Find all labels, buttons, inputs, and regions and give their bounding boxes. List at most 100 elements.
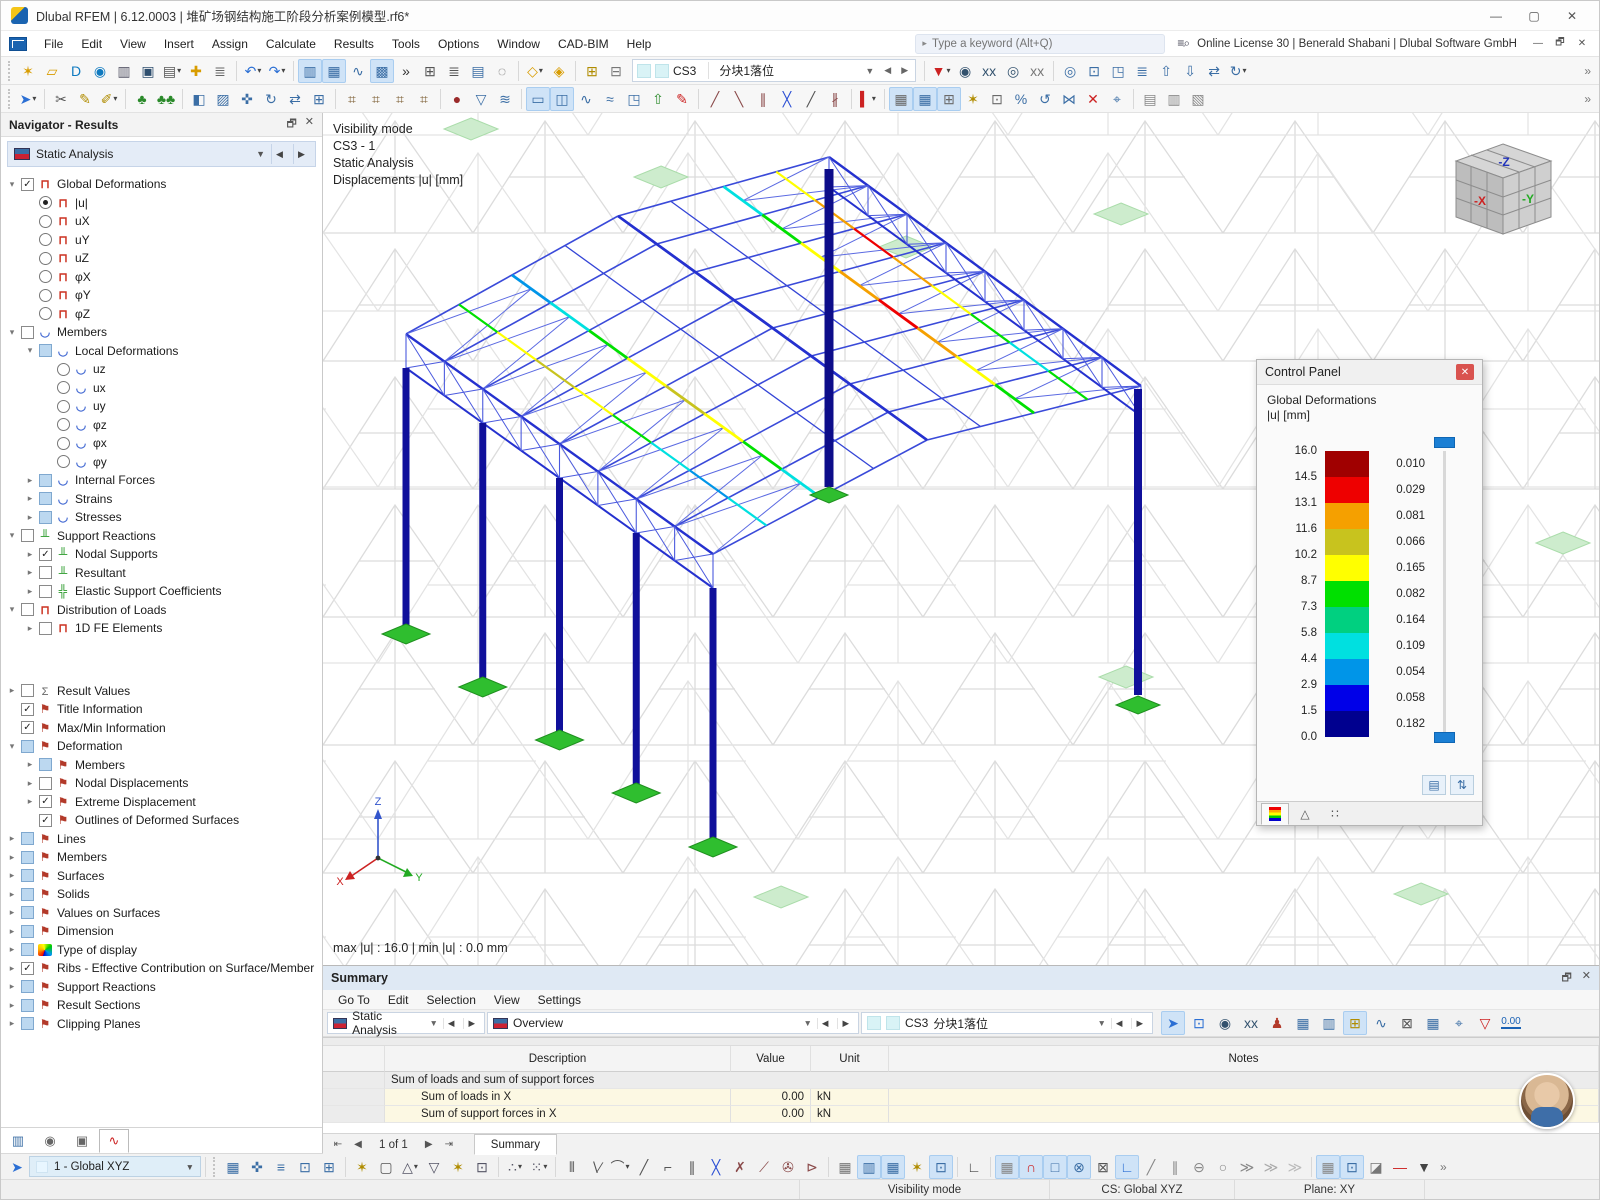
node-dim-button[interactable]: ✗ bbox=[728, 1155, 752, 1179]
display-mode-button[interactable]: ▦ bbox=[1421, 1011, 1445, 1035]
prev-stage-button[interactable]: ◀ bbox=[881, 65, 894, 76]
menu-cad-bim[interactable]: CAD-BIM bbox=[549, 33, 618, 55]
panel-options-button[interactable]: ▤ bbox=[1422, 775, 1446, 795]
checkbox-part[interactable] bbox=[21, 869, 34, 882]
frame-toggle-button[interactable]: ⊡ bbox=[1340, 1155, 1364, 1179]
pager-first-button[interactable]: ⇤ bbox=[329, 1139, 347, 1150]
menu-assign[interactable]: Assign bbox=[203, 33, 257, 55]
toolbar-grip[interactable] bbox=[213, 1157, 218, 1177]
checkbox-part[interactable] bbox=[39, 758, 52, 771]
apply-eye-button[interactable]: ◎ bbox=[1001, 59, 1025, 83]
tree-item--z[interactable]: φz bbox=[5, 416, 322, 435]
radio-unselected[interactable] bbox=[39, 270, 52, 283]
tree-item-nodal-supports[interactable]: ▸✓Nodal Supports bbox=[5, 545, 322, 564]
expander-icon[interactable]: ▾ bbox=[5, 530, 19, 541]
radio-unselected[interactable] bbox=[39, 289, 52, 302]
numbering-3-button[interactable]: ⌗ bbox=[388, 87, 412, 111]
menu-calculate[interactable]: Calculate bbox=[257, 33, 325, 55]
tree-item-surfaces[interactable]: ▸Surfaces bbox=[5, 867, 322, 886]
visual-objects-button[interactable]: ◇▾ bbox=[523, 59, 547, 83]
snap-circle-button[interactable]: ⊗ bbox=[1067, 1155, 1091, 1179]
find-object-button[interactable]: ◎ bbox=[1058, 59, 1082, 83]
expander-icon[interactable]: ▸ bbox=[5, 889, 19, 900]
snap-cross-button[interactable]: ⊠ bbox=[1091, 1155, 1115, 1179]
line-vertical-button[interactable]: ⫴ bbox=[560, 1155, 584, 1179]
table-group-row[interactable]: Sum of loads and sum of support forces bbox=[323, 1072, 1599, 1089]
checkbox-part[interactable] bbox=[21, 851, 34, 864]
snap-grid-button[interactable]: ▦ bbox=[995, 1155, 1019, 1179]
numbering-2-button[interactable]: ⌗ bbox=[364, 87, 388, 111]
percent-button[interactable]: % bbox=[1009, 87, 1033, 111]
checkbox-off[interactable] bbox=[39, 566, 52, 579]
line-slope-button[interactable]: ╱ bbox=[632, 1155, 656, 1179]
checkbox-off[interactable] bbox=[39, 622, 52, 635]
toolbar-grip[interactable] bbox=[8, 89, 13, 109]
radio-selected[interactable] bbox=[39, 196, 52, 209]
print-button[interactable]: ▤▾ bbox=[160, 59, 184, 83]
tree-item--y[interactable]: φy bbox=[5, 453, 322, 472]
snap-ellipse-button[interactable]: ○ bbox=[1211, 1155, 1235, 1179]
ucs-grid-button[interactable]: ⊞ bbox=[317, 1155, 341, 1179]
tree-item-values-on-surfaces[interactable]: ▸Values on Surfaces bbox=[5, 904, 322, 923]
tree-item-type-of-display[interactable]: ▸Type of display bbox=[5, 941, 322, 960]
summary-analysis-combo[interactable]: Static Analysis ▼◀▶ bbox=[327, 1012, 485, 1034]
checkbox-part[interactable] bbox=[39, 474, 52, 487]
line-fork-button[interactable]: ∖∕ bbox=[584, 1155, 608, 1179]
radio-unselected[interactable] bbox=[57, 455, 70, 468]
checkbox-part[interactable] bbox=[21, 906, 34, 919]
numbering-4-button[interactable]: ⌗ bbox=[412, 87, 436, 111]
parallel-lines-button[interactable]: ∥ bbox=[680, 1155, 704, 1179]
tree-item-max-min-information[interactable]: ✓Max/Min Information bbox=[5, 719, 322, 738]
undo-button[interactable]: ↶▾ bbox=[241, 59, 265, 83]
object-snap-button[interactable]: ⁙▾ bbox=[527, 1155, 551, 1179]
tree-item-ux[interactable]: uX bbox=[5, 212, 322, 231]
cross-blue-button[interactable]: ╳ bbox=[704, 1155, 728, 1179]
new-from-template-button[interactable]: ✚ bbox=[184, 59, 208, 83]
checkbox-part[interactable] bbox=[21, 943, 34, 956]
tree-item-elastic-support-coefficients[interactable]: ▸Elastic Support Coefficients bbox=[5, 582, 322, 601]
select-pointer-button[interactable]: ➤ bbox=[1161, 1011, 1185, 1035]
checkbox-part[interactable] bbox=[21, 888, 34, 901]
menu-view[interactable]: View bbox=[111, 33, 155, 55]
tab-views-navigator[interactable]: ▣ bbox=[67, 1129, 97, 1153]
dlubal-center-button[interactable]: D bbox=[64, 59, 88, 83]
analysis-selector[interactable]: Static Analysis ▼ ◀ ▶ bbox=[7, 141, 316, 167]
new-model-button[interactable]: ✶ bbox=[16, 59, 40, 83]
arrow-z-down-button[interactable]: ⇩ bbox=[1178, 59, 1202, 83]
summary-titlebar[interactable]: Summary 🗗 ✕ bbox=[323, 966, 1599, 990]
tree-item-global-deformations[interactable]: ▾✓Global Deformations bbox=[5, 175, 322, 194]
clipping-box-button[interactable]: ⊡ bbox=[1082, 59, 1106, 83]
maximize-button[interactable]: ▢ bbox=[1517, 5, 1551, 27]
tree-item-nodal-displacements[interactable]: ▸Nodal Displacements bbox=[5, 774, 322, 793]
chevron-down-icon[interactable]: ▼ bbox=[862, 66, 877, 76]
tree-item-extreme-displacement[interactable]: ▸✓Extreme Displacement bbox=[5, 793, 322, 812]
snap-arrow-3-button[interactable]: ≫ bbox=[1283, 1155, 1307, 1179]
legend-slider-handle-bottom[interactable] bbox=[1434, 732, 1455, 743]
expander-icon[interactable]: ▸ bbox=[23, 493, 37, 504]
numbering-1-button[interactable]: ⌗ bbox=[340, 87, 364, 111]
toolbar-overflow-icon[interactable]: » bbox=[1580, 92, 1595, 106]
user-avatar[interactable] bbox=[1519, 1073, 1575, 1129]
radio-unselected[interactable] bbox=[39, 233, 52, 246]
checkbox-part[interactable] bbox=[21, 740, 34, 753]
checkbox-part[interactable] bbox=[21, 980, 34, 993]
navigation-cube[interactable]: -Z -X -Y bbox=[1456, 144, 1551, 234]
summary-menu-selection[interactable]: Selection bbox=[418, 991, 485, 1009]
refresh-loop-button[interactable]: ↺ bbox=[1033, 87, 1057, 111]
expander-icon[interactable]: ▾ bbox=[5, 741, 19, 752]
eye-values-button[interactable]: ◉ bbox=[1213, 1011, 1237, 1035]
prev-case-button[interactable]: ◀ bbox=[271, 144, 287, 164]
arc-2-button[interactable]: ⌐ bbox=[656, 1155, 680, 1179]
mesh-5-button[interactable]: ⊡ bbox=[929, 1155, 953, 1179]
smooth-results-button[interactable]: ≈ bbox=[598, 87, 622, 111]
fe-mesh-frame-button[interactable]: ⊡ bbox=[985, 87, 1009, 111]
result-beam-button[interactable]: ∿ bbox=[574, 87, 598, 111]
visibility-frame-button[interactable]: ▭ bbox=[526, 87, 550, 111]
tree-item-1d-fe-elements[interactable]: ▸1D FE Elements bbox=[5, 619, 322, 638]
select-box-button[interactable]: ⊡ bbox=[1187, 1011, 1211, 1035]
tree-item-resultant[interactable]: ▸Resultant bbox=[5, 564, 322, 583]
workplane-sel-button[interactable]: ⊡ bbox=[470, 1155, 494, 1179]
dropdown-caret-icon[interactable]: ▾ bbox=[872, 94, 876, 103]
mirror-plane-button[interactable]: ⋈ bbox=[1057, 87, 1081, 111]
toolbar-grip[interactable] bbox=[8, 61, 13, 81]
